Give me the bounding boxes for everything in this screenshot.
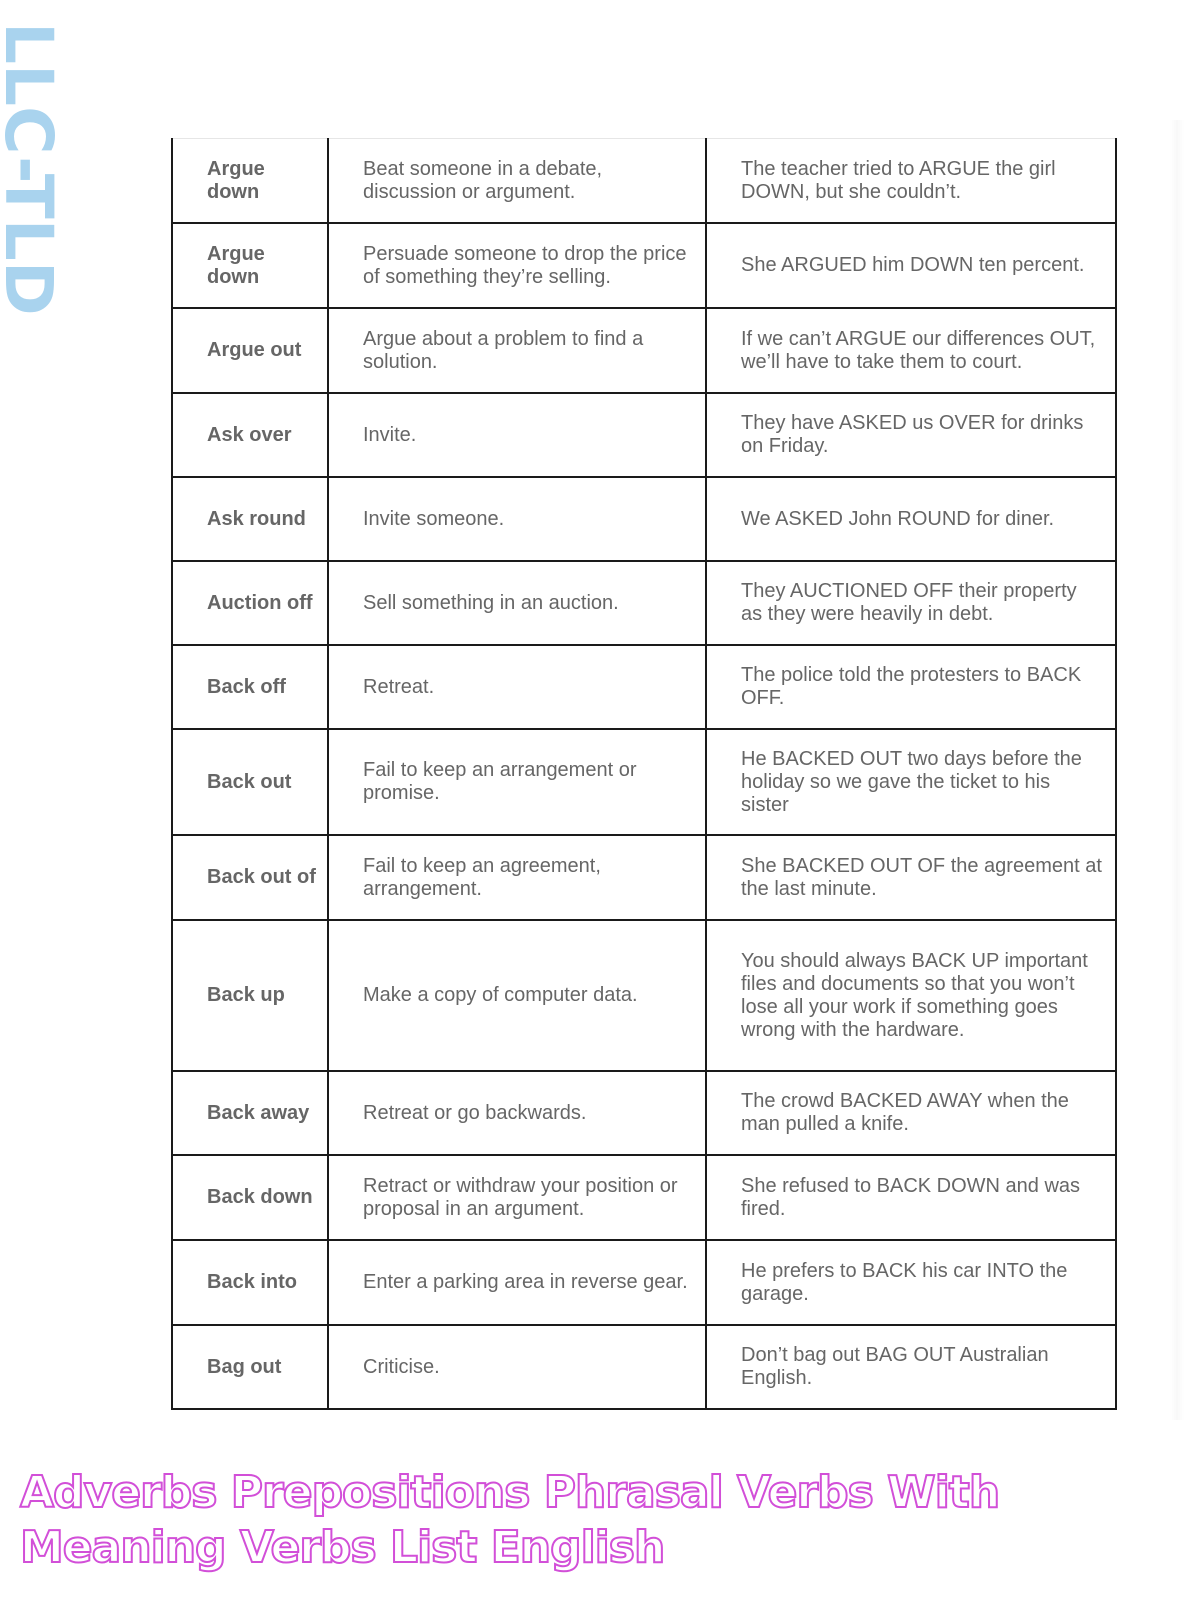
meaning-cell: Invite. [327, 392, 707, 478]
meaning-cell: Invite someone. [327, 476, 707, 562]
meaning-cell: Enter a parking area in reverse gear. [327, 1239, 707, 1326]
meaning-cell: Retreat. [327, 644, 707, 730]
example-cell: You should always BACK UP important file… [705, 919, 1117, 1072]
table-row: Back out of Fail to keep an agreement, a… [171, 834, 1117, 921]
meaning-cell: Argue about a problem to find a solution… [327, 307, 707, 394]
phrasal-verbs-table: Argue down Beat someone in a debate, dis… [171, 138, 1117, 1410]
verb-cell: Back up [171, 919, 329, 1072]
meaning-cell: Criticise. [327, 1324, 707, 1410]
example-cell: If we can’t ARGUE our differences OUT, w… [705, 307, 1117, 394]
verb-cell: Back away [171, 1070, 329, 1156]
example-cell: They AUCTIONED OFF their property as the… [705, 560, 1117, 646]
example-cell: The teacher tried to ARGUE the girl DOWN… [705, 138, 1117, 224]
example-cell: He BACKED OUT two days before the holida… [705, 728, 1117, 836]
table-row: Auction off Sell something in an auction… [171, 560, 1117, 646]
verb-cell: Bag out [171, 1324, 329, 1410]
verb-cell: Ask over [171, 392, 329, 478]
meaning-cell: Fail to keep an arrangement or promise. [327, 728, 707, 836]
table-row: Ask round Invite someone. We ASKED John … [171, 476, 1117, 562]
verb-cell: Auction off [171, 560, 329, 646]
verb-cell: Argue down [171, 138, 329, 224]
table-row: Back up Make a copy of computer data. Yo… [171, 919, 1117, 1072]
example-cell: They have ASKED us OVER for drinks on Fr… [705, 392, 1117, 478]
verb-cell: Argue down [171, 222, 329, 309]
table-row: Bag out Criticise. Don’t bag out BAG OUT… [171, 1324, 1117, 1410]
table-row: Back out Fail to keep an arrangement or … [171, 728, 1117, 836]
meaning-cell: Retreat or go backwards. [327, 1070, 707, 1156]
verb-cell: Back out of [171, 834, 329, 921]
verb-cell: Back down [171, 1154, 329, 1241]
meaning-cell: Make a copy of computer data. [327, 919, 707, 1072]
table-row: Back into Enter a parking area in revers… [171, 1239, 1117, 1326]
meaning-cell: Retract or withdraw your position or pro… [327, 1154, 707, 1241]
example-cell: She ARGUED him DOWN ten percent. [705, 222, 1117, 309]
example-cell: We ASKED John ROUND for diner. [705, 476, 1117, 562]
example-cell: Don’t bag out BAG OUT Australian English… [705, 1324, 1117, 1410]
image-caption-title: Adverbs Prepositions Phrasal Verbs With … [19, 1466, 1001, 1574]
table-row: Argue down Beat someone in a debate, dis… [171, 138, 1117, 224]
verb-cell: Ask round [171, 476, 329, 562]
meaning-cell: Persuade someone to drop the price of so… [327, 222, 707, 309]
verb-cell: Argue out [171, 307, 329, 394]
table-row: Argue down Persuade someone to drop the … [171, 222, 1117, 309]
table-row: Back off Retreat. The police told the pr… [171, 644, 1117, 730]
table-row: Ask over Invite. They have ASKED us OVER… [171, 392, 1117, 478]
verb-cell: Back into [171, 1239, 329, 1326]
meaning-cell: Fail to keep an agreement, arrangement. [327, 834, 707, 921]
example-cell: She BACKED OUT OF the agreement at the l… [705, 834, 1117, 921]
watermark-text: LLC-TLD [0, 22, 67, 316]
table-row: Back away Retreat or go backwards. The c… [171, 1070, 1117, 1156]
example-cell: He prefers to BACK his car INTO the gara… [705, 1239, 1117, 1326]
example-cell: The police told the protesters to BACK O… [705, 644, 1117, 730]
verb-cell: Back out [171, 728, 329, 836]
example-cell: The crowd BACKED AWAY when the man pulle… [705, 1070, 1117, 1156]
verb-cell: Back off [171, 644, 329, 730]
meaning-cell: Sell something in an auction. [327, 560, 707, 646]
phrasal-verbs-table-container: Argue down Beat someone in a debate, dis… [171, 138, 1117, 1410]
table-row: Argue out Argue about a problem to find … [171, 307, 1117, 394]
meaning-cell: Beat someone in a debate, discussion or … [327, 138, 707, 224]
example-cell: She refused to BACK DOWN and was fired. [705, 1154, 1117, 1241]
table-row: Back down Retract or withdraw your posit… [171, 1154, 1117, 1241]
page-edge-shadow [1170, 120, 1184, 1420]
